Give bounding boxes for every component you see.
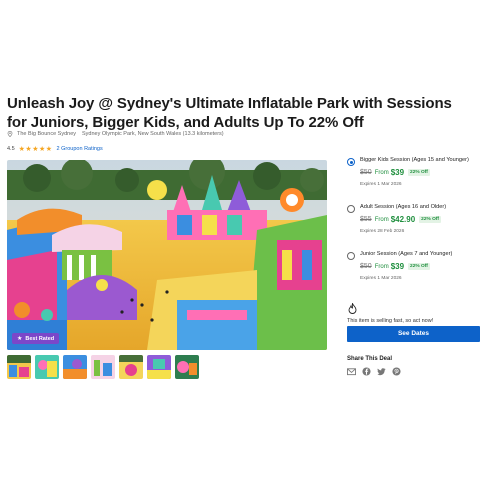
thumbnail[interactable] [7,355,31,379]
discount-badge: 22% Off [419,216,442,223]
rating-stars-icon: ★★★★★ [18,146,53,153]
option-label: Bigger Kids Session (Ages 15 and Younger… [360,157,469,163]
original-price: $50 [360,169,372,176]
deal-price: $42.90 [390,215,416,224]
option-radio[interactable] [347,252,355,260]
deal-option[interactable]: Bigger Kids Session (Ages 15 and Younger… [347,156,480,203]
best-rated-badge: ★ Best Rated [12,333,60,344]
urgency-text: This item is selling fast, so act now! [347,318,434,324]
thumbnail[interactable] [147,355,171,379]
location-pin-icon [7,131,13,137]
thumbnail[interactable] [119,355,143,379]
thumbnail-strip [7,355,199,379]
facebook-icon[interactable] [362,367,371,376]
rating-value: 4.5 [7,146,15,152]
rating-row: 4.5 ★★★★★ 2 Groupon Ratings [7,145,103,153]
deal-option[interactable]: Adult Session (Ages 16 and Older) $55 Fr… [347,203,480,250]
expiry-text: Expires 28 Feb 2026 [360,229,405,234]
thumbnail[interactable] [63,355,87,379]
thumbnail[interactable] [91,355,115,379]
fire-icon [348,303,357,314]
discount-badge: 22% Off [408,169,430,176]
see-dates-button[interactable]: See Dates [347,326,480,342]
inflatable-park-photo [7,160,327,350]
pinterest-icon[interactable] [392,367,401,376]
rating-count-link[interactable]: 2 Groupon Ratings [57,146,103,152]
option-radio[interactable] [347,205,355,213]
best-rated-label: Best Rated [25,335,55,342]
merchant-location: Sydney Olympic Park, New South Wales (13… [82,131,224,137]
option-radio-selected[interactable] [347,158,355,166]
merchant-name[interactable]: The Big Bounce Sydney [17,131,76,137]
deal-meta: The Big Bounce Sydney Sydney Olympic Par… [7,131,224,137]
original-price: $50 [360,263,372,270]
deal-price: $39 [390,262,405,271]
share-title: Share This Deal [347,356,393,362]
deal-price: $39 [390,168,405,177]
email-icon[interactable] [347,367,356,376]
original-price: $55 [360,216,372,223]
option-label: Adult Session (Ages 16 and Older) [360,204,447,210]
deal-title: Unleash Joy @ Sydney's Ultimate Inflatab… [7,95,452,131]
twitter-icon[interactable] [377,367,386,376]
thumbnail[interactable] [35,355,59,379]
from-label: From [374,263,389,270]
star-icon: ★ [17,336,23,342]
from-label: From [374,216,389,223]
deal-option[interactable]: Junior Session (Ages 7 and Younger) $50 … [347,250,480,297]
expiry-text: Expires 1 Mar 2026 [360,276,402,281]
discount-badge: 22% Off [408,263,430,270]
deal-options: Bigger Kids Session (Ages 15 and Younger… [347,156,480,297]
share-icons [347,367,401,376]
expiry-text: Expires 1 Mar 2026 [360,182,402,187]
hero-image[interactable]: ★ Best Rated [7,160,327,350]
option-label: Junior Session (Ages 7 and Younger) [360,251,453,257]
thumbnail[interactable] [175,355,199,379]
from-label: From [374,169,389,176]
